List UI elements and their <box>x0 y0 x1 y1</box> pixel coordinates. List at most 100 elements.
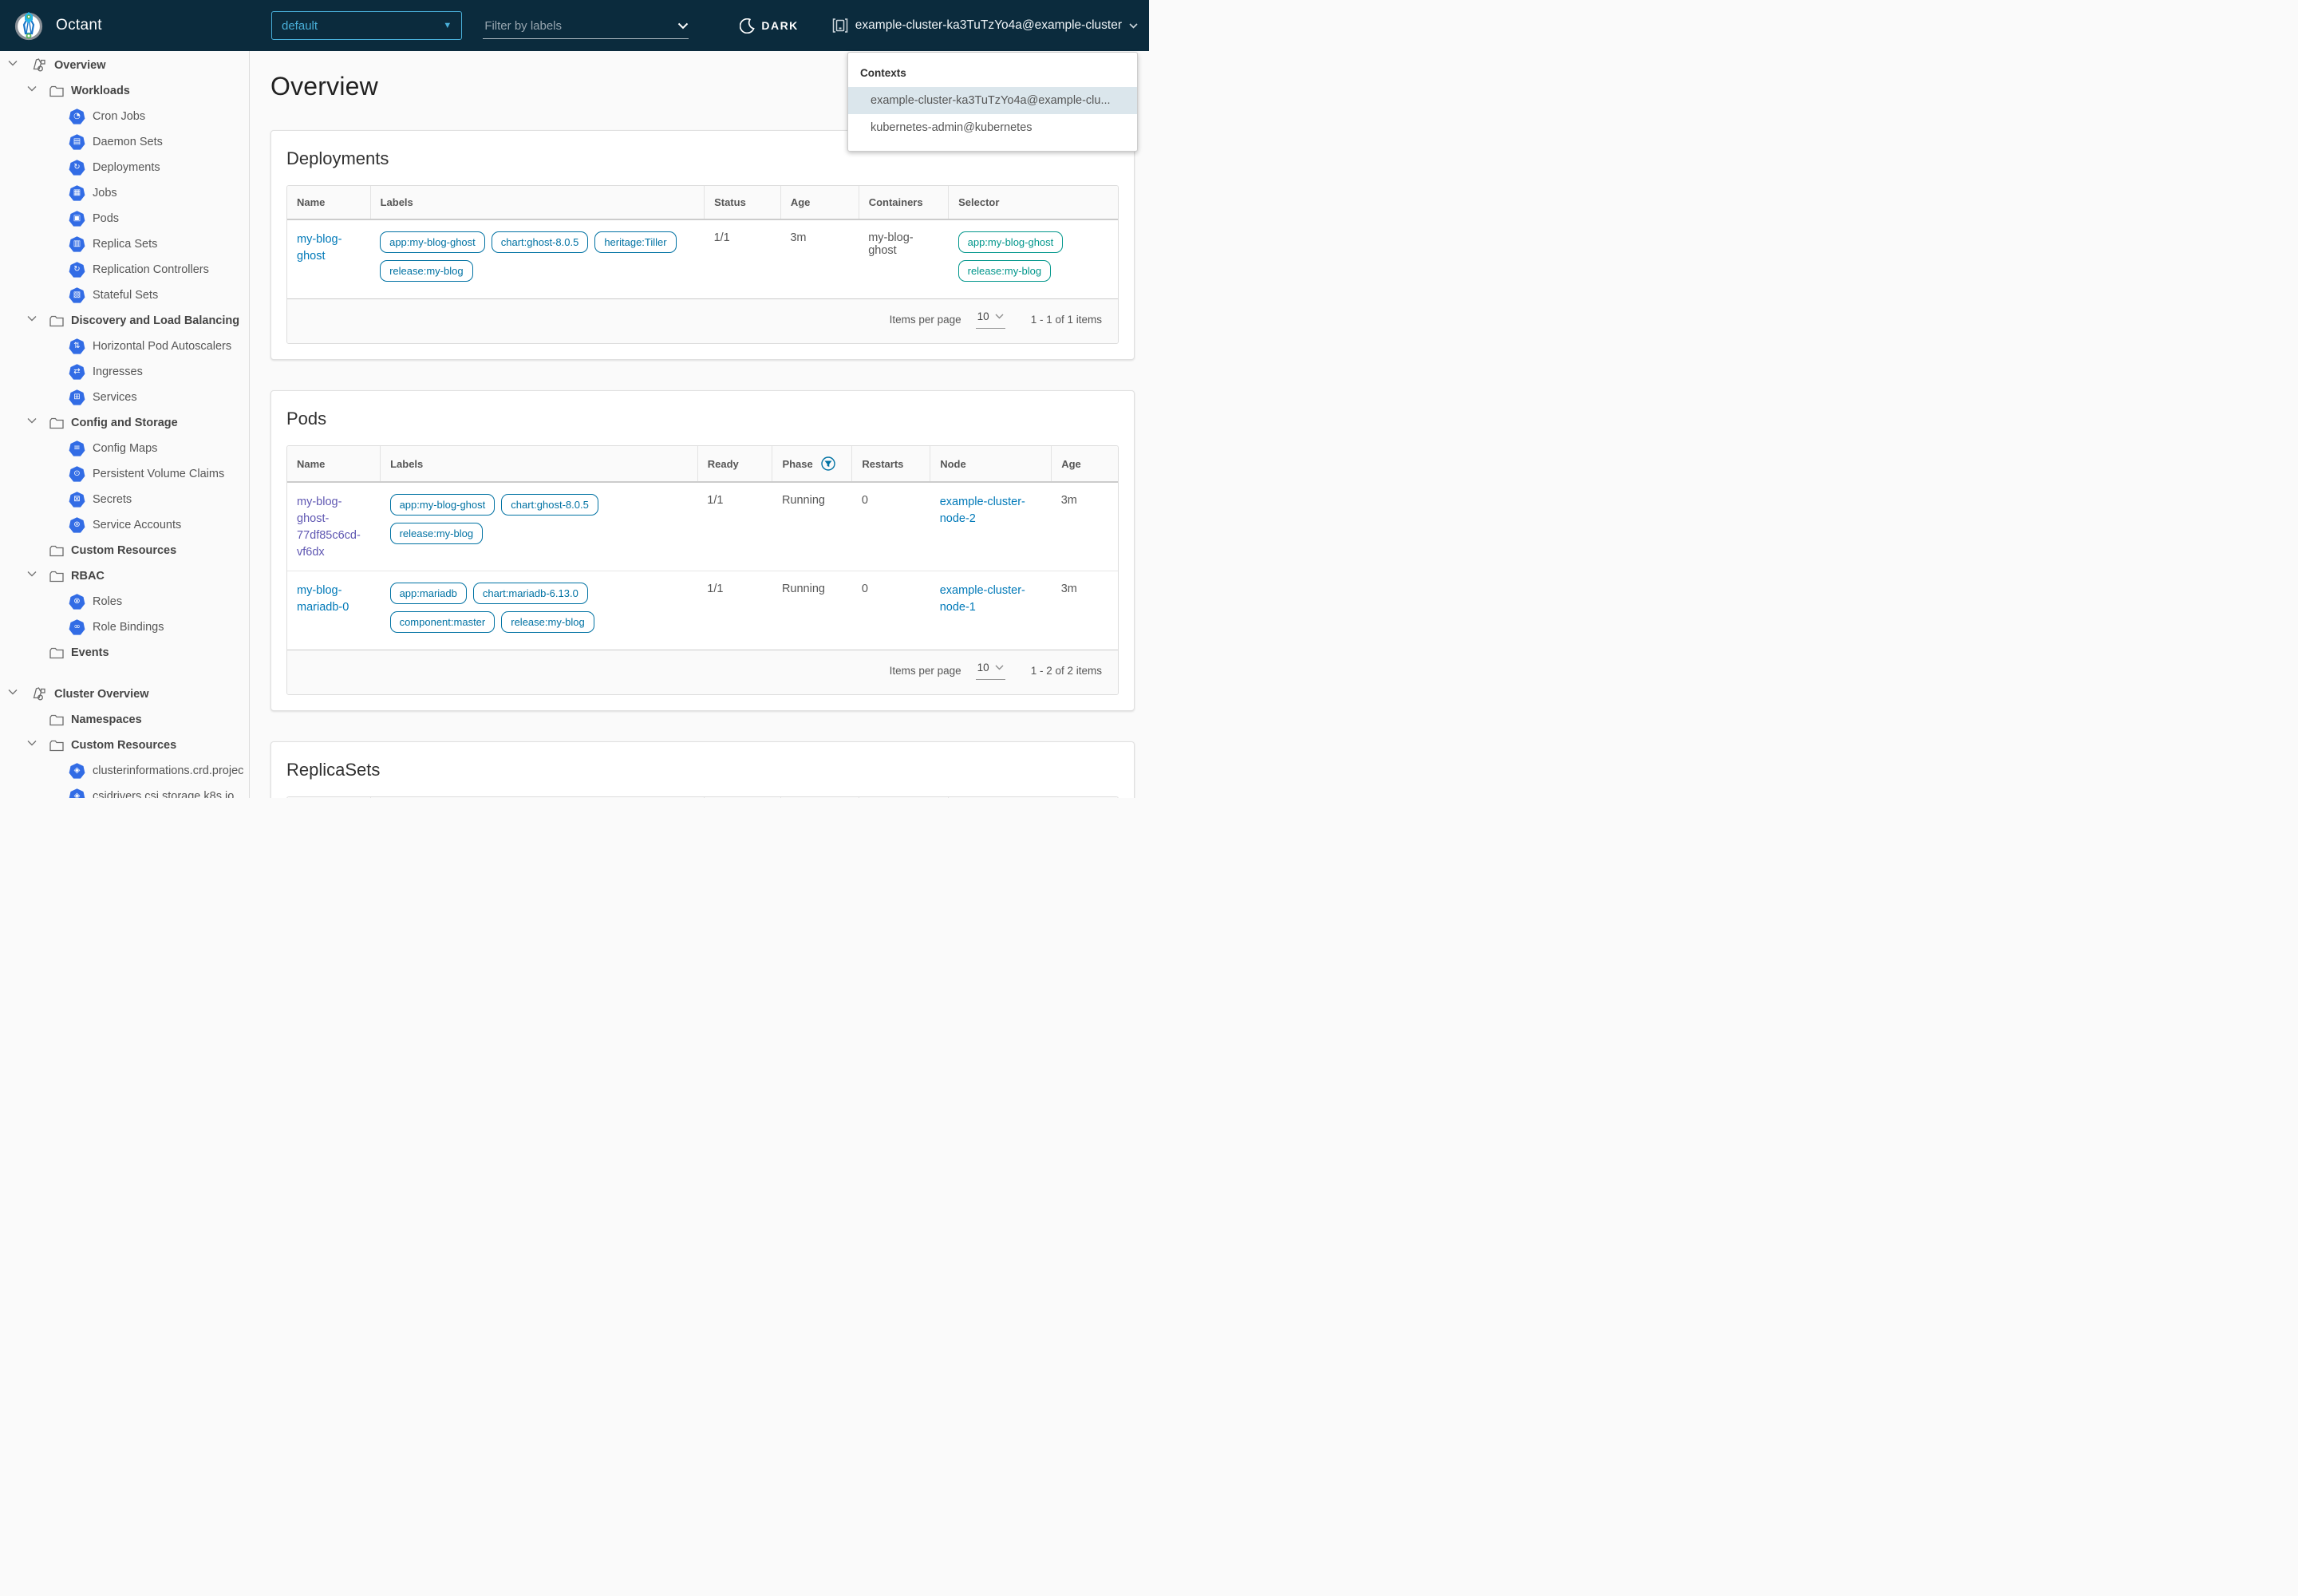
sidebar-item-deployments[interactable]: ↻Deployments <box>0 155 249 180</box>
sidebar-item-config-and-storage[interactable]: Config and Storage <box>0 410 249 436</box>
cell-value: 0 <box>862 494 868 507</box>
resource-link[interactable]: example-cluster-node-1 <box>940 584 1025 614</box>
namespace-select[interactable]: default ▼ <box>271 11 462 40</box>
sidebar-item-daemon-sets[interactable]: ▤Daemon Sets <box>0 129 249 155</box>
applications-icon <box>32 687 47 702</box>
column-header-name: Name <box>287 446 381 482</box>
brand: Octant <box>13 10 246 41</box>
cell-value: Running <box>782 583 825 595</box>
label-badge[interactable]: app:my-blog-ghost <box>380 231 485 253</box>
cell-value: 3m <box>790 231 806 244</box>
context-menu-item[interactable]: example-cluster-ka3TuTzYo4a@example-clu.… <box>848 87 1137 114</box>
column-header-selector: Selector <box>949 186 1118 219</box>
filter-funnel-icon[interactable] <box>821 456 835 471</box>
resource-link[interactable]: my-blog-ghost <box>297 233 342 263</box>
sidebar-item-jobs[interactable]: ▦Jobs <box>0 180 249 206</box>
column-header-label: Node <box>940 458 966 470</box>
sidebar-item-pods[interactable]: ▣Pods <box>0 206 249 231</box>
label-badge[interactable]: release:my-blog <box>501 611 594 633</box>
sidebar-item-service-accounts[interactable]: ⊚Service Accounts <box>0 512 249 538</box>
daemonsets-icon: ▤ <box>69 134 85 151</box>
sidebar-item-label: Config Maps <box>93 442 157 455</box>
folder-icon <box>49 417 64 429</box>
resource-link[interactable]: my-blog-ghost-77df85c6cd-vf6dx <box>297 496 361 559</box>
sidebar-item-cron-jobs[interactable]: ◔Cron Jobs <box>0 104 249 129</box>
label-badge[interactable]: app:my-blog-ghost <box>390 494 496 516</box>
sidebar-item-cluster-overview[interactable]: Cluster Overview <box>0 681 249 707</box>
table-row: my-blog-mariadb-0 app:mariadb chart:mariad… <box>287 571 1118 650</box>
cell-value: Running <box>782 494 825 507</box>
sidebar-item-config-maps[interactable]: ≡Config Maps <box>0 436 249 461</box>
items-per-page-select[interactable]: 10 <box>976 662 1005 680</box>
sidebar-item-label: Secrets <box>93 493 132 506</box>
chevron-down-icon[interactable] <box>8 689 19 700</box>
label-badge[interactable]: release:my-blog <box>380 260 473 282</box>
sidebar-item-workloads[interactable]: Workloads <box>0 78 249 104</box>
sidebar-item-roles[interactable]: ⊗Roles <box>0 589 249 614</box>
column-header-selector: Selector <box>949 797 1118 798</box>
selector-badge[interactable]: app:my-blog-ghost <box>958 231 1064 253</box>
sidebar-item-clusterinformations-crd-projec[interactable]: ◈clusterinformations.crd.projec <box>0 758 249 784</box>
selector-badges: app:my-blog-ghost release:my-blog <box>958 231 1108 289</box>
selector-badge[interactable]: release:my-blog <box>958 260 1052 282</box>
filter-chevron-icon[interactable] <box>677 22 689 30</box>
context-switcher[interactable]: example-cluster-ka3TuTzYo4a@example-clus… <box>832 18 1138 34</box>
label-badge[interactable]: heritage:Tiller <box>594 231 676 253</box>
chevron-down-icon[interactable] <box>27 571 38 582</box>
chevron-down-icon[interactable] <box>27 315 38 326</box>
label-badge[interactable]: component:master <box>390 611 496 633</box>
items-per-page-select[interactable]: 10 <box>976 310 1005 329</box>
label-badge[interactable]: release:my-blog <box>390 523 484 544</box>
sidebar-item-secrets[interactable]: ⊠Secrets <box>0 487 249 512</box>
cell-value: 3m <box>1061 583 1077 595</box>
services-icon: ⊞ <box>69 389 85 406</box>
replicasets-title: ReplicaSets <box>286 760 1119 780</box>
sidebar-item-label: clusterinformations.crd.projec <box>93 764 243 777</box>
label-badges: app:mariadb chart:mariadb-6.13.0 component… <box>390 583 689 640</box>
chevron-down-icon[interactable] <box>8 60 19 71</box>
sidebar-item-ingresses[interactable]: ⇄Ingresses <box>0 359 249 385</box>
label-badge[interactable]: chart:mariadb-6.13.0 <box>473 583 588 604</box>
sidebar-item-stateful-sets[interactable]: ▧Stateful Sets <box>0 282 249 308</box>
column-header-containers: Containers <box>859 797 948 798</box>
context-menu-item[interactable]: kubernetes-admin@kubernetes <box>848 114 1137 141</box>
pods-title: Pods <box>286 409 1119 429</box>
label-badge[interactable]: chart:ghost-8.0.5 <box>492 231 589 253</box>
sidebar-item-custom-resources[interactable]: Custom Resources <box>0 538 249 563</box>
cell-text: 1/1 <box>697 571 772 650</box>
sidebar-item-label: Roles <box>93 595 122 608</box>
items-per-page-value: 10 <box>977 662 989 674</box>
sidebar-item-horizontal-pod-autoscalers[interactable]: ⇅Horizontal Pod Autoscalers <box>0 334 249 359</box>
sidebar-item-discovery-and-load-balancing[interactable]: Discovery and Load Balancing <box>0 308 249 334</box>
sidebar-item-label: Cluster Overview <box>54 688 148 701</box>
sidebar-item-persistent-volume-claims[interactable]: ⊙Persistent Volume Claims <box>0 461 249 487</box>
sidebar-item-namespaces[interactable]: Namespaces <box>0 707 249 733</box>
sidebar-item-replication-controllers[interactable]: ↻Replication Controllers <box>0 257 249 282</box>
sidebar-item-overview[interactable]: Overview <box>0 53 249 78</box>
sidebar-item-csidrivers-csi-storage-k8s-io[interactable]: ◈csidrivers.csi.storage.k8s.io <box>0 784 249 798</box>
sidebar-item-role-bindings[interactable]: ∞Role Bindings <box>0 614 249 640</box>
sidebar-item-events[interactable]: Events <box>0 640 249 666</box>
label-filter-input[interactable] <box>483 18 677 34</box>
resource-link[interactable]: example-cluster-node-2 <box>940 496 1025 525</box>
sidebar-item-rbac[interactable]: RBAC <box>0 563 249 589</box>
chevron-down-icon[interactable] <box>27 417 38 429</box>
label-badge[interactable]: chart:ghost-8.0.5 <box>501 494 598 516</box>
customresource-icon: ◈ <box>69 788 85 799</box>
cell-text: 0 <box>852 482 930 571</box>
resource-link[interactable]: my-blog-mariadb-0 <box>297 584 349 614</box>
datagrid-footer: Items per page101 - 1 of 1 items <box>287 298 1118 343</box>
sidebar-item-label: Deployments <box>93 161 160 174</box>
pagination-range: 1 - 1 of 1 items <box>1031 314 1102 326</box>
theme-toggle[interactable]: DARK <box>740 18 798 34</box>
sidebar-item-custom-resources[interactable]: Custom Resources <box>0 733 249 758</box>
chevron-down-icon[interactable] <box>27 85 38 97</box>
sidebar-item-label: Stateful Sets <box>93 289 158 302</box>
deployments-card: DeploymentsNameLabelsStatusAgeContainers… <box>270 130 1135 360</box>
chevron-down-icon[interactable] <box>27 740 38 751</box>
label-filter <box>483 18 689 39</box>
sidebar-item-services[interactable]: ⊞Services <box>0 385 249 410</box>
sidebar-item-replica-sets[interactable]: ▥Replica Sets <box>0 231 249 257</box>
label-badge[interactable]: app:mariadb <box>390 583 467 604</box>
deployments-datagrid: NameLabelsStatusAgeContainersSelectormy-… <box>286 185 1119 344</box>
